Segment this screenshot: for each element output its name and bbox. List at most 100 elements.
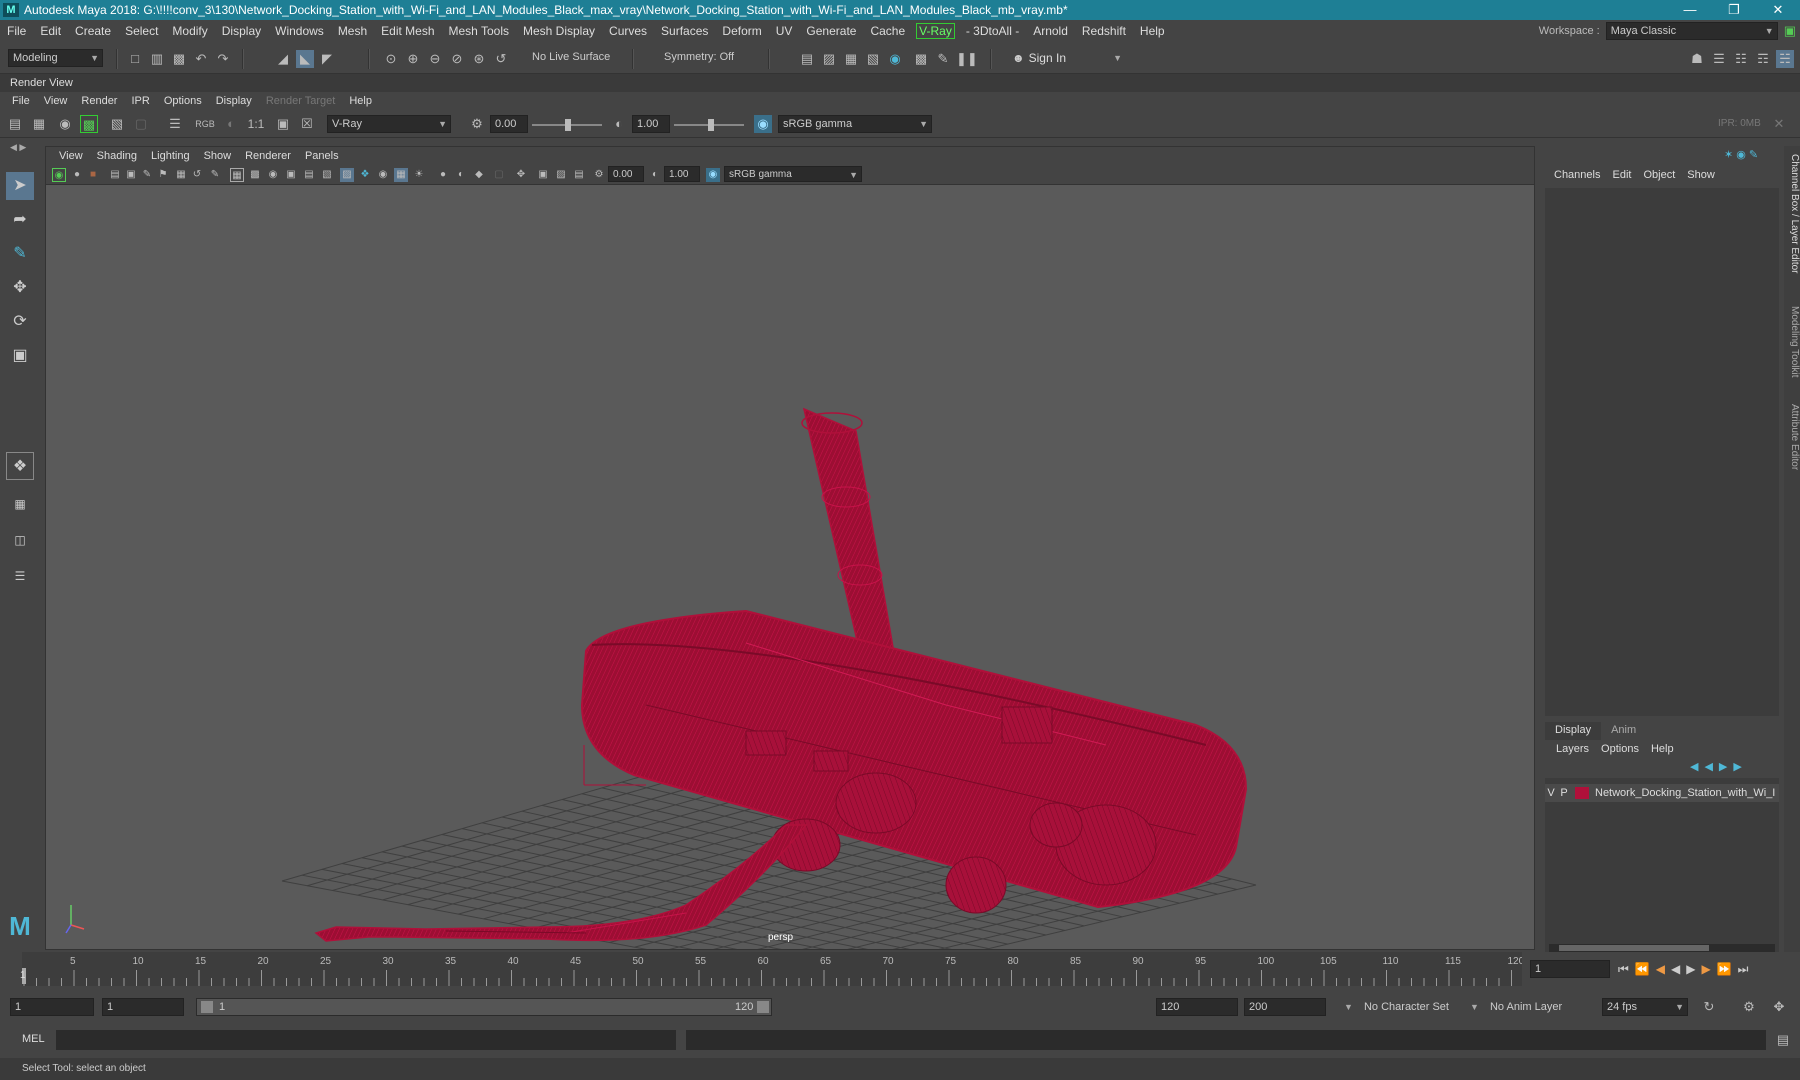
snap-grid-icon[interactable]: ⊙ (382, 50, 400, 68)
loop-icon[interactable]: ↻ (1700, 998, 1718, 1016)
bookmarks-icon[interactable]: ■ (86, 168, 100, 182)
scene-canvas[interactable] (46, 185, 1535, 950)
channel-box-icon[interactable]: ☶ (1754, 50, 1772, 68)
snap-point-icon[interactable]: ⊖ (426, 50, 444, 68)
menu-edit-mesh[interactable]: Edit Mesh (374, 24, 441, 38)
remove-image-icon[interactable]: ☒ (298, 115, 316, 133)
gamma-field[interactable]: 1.00 (632, 115, 670, 133)
playback-start-field[interactable]: 1 (102, 998, 184, 1016)
live-surface-field[interactable]: No Live Surface (528, 49, 620, 67)
alpha-icon[interactable]: ◐ (222, 115, 240, 133)
layer-scrollbar-thumb[interactable] (1559, 945, 1709, 951)
range-bar[interactable]: 1 120 (196, 998, 772, 1016)
film-gate-icon[interactable]: ↺ (190, 168, 204, 182)
rotate-tool-icon[interactable]: ⟳ (6, 308, 34, 336)
menu-cache[interactable]: Cache (863, 24, 912, 38)
move-tool-icon[interactable]: ✥ (6, 274, 34, 302)
anim-layer-dropdown[interactable]: ▼ No Anim Layer (1470, 1001, 1562, 1013)
start-time-field[interactable]: 1 (10, 998, 94, 1016)
stop-ipr-icon[interactable]: ▢ (132, 115, 150, 133)
vp-menu-panels[interactable]: Panels (298, 150, 346, 162)
default-material-icon[interactable]: ◉ (266, 168, 280, 182)
layer-visibility-toggle[interactable]: V (1545, 787, 1557, 799)
gamma-icon[interactable]: ◐ (610, 115, 628, 133)
vp-menu-shading[interactable]: Shading (90, 150, 144, 162)
rv-menu-file[interactable]: File (5, 95, 37, 107)
close-button[interactable]: ✕ (1756, 0, 1800, 20)
wireframe-on-shaded-icon[interactable]: ▣ (284, 168, 298, 182)
keep-image-icon[interactable]: ▣ (274, 115, 292, 133)
modeling-toolkit-icon[interactable]: ☗ (1688, 50, 1706, 68)
end-time-field[interactable]: 200 (1244, 998, 1326, 1016)
menu-help[interactable]: Help (1133, 24, 1172, 38)
layer-row[interactable]: V P Network_Docking_Station_with_Wi_I (1545, 784, 1779, 802)
menu-mesh-tools[interactable]: Mesh Tools (442, 24, 516, 38)
snapshot-icon[interactable]: ◉ (56, 115, 74, 133)
menu-mesh[interactable]: Mesh (331, 24, 374, 38)
image-plane-icon[interactable]: ▤ (108, 168, 122, 182)
motion-blur-icon[interactable]: ◉ (376, 168, 390, 182)
vp-colorspace-dropdown[interactable]: sRGB gamma ▼ (724, 166, 862, 182)
menu-modify[interactable]: Modify (165, 24, 214, 38)
rv-menu-view[interactable]: View (37, 95, 75, 107)
tab-attribute-editor[interactable]: Attribute Editor (1784, 404, 1800, 470)
playback-end-field[interactable]: 120 (1156, 998, 1238, 1016)
menu-uv[interactable]: UV (769, 24, 800, 38)
range-end-handle[interactable] (757, 1001, 769, 1013)
cb-menu-show[interactable]: Show (1681, 169, 1721, 181)
xray-icon[interactable]: ▦ (394, 168, 408, 182)
ipr-render-icon[interactable]: ▦ (842, 50, 860, 68)
vp-gamma-field[interactable]: 1.00 (664, 166, 700, 182)
grease-pencil-icon[interactable]: ✎ (140, 168, 154, 182)
render-frame-icon[interactable]: ▤ (798, 50, 816, 68)
paint-select-icon[interactable]: ✎ (6, 240, 34, 268)
fps-dropdown[interactable]: 24 fps ▼ (1602, 998, 1688, 1016)
docking-station-model[interactable] (314, 407, 1248, 942)
character-set-dropdown[interactable]: ▼ No Character Set (1344, 1001, 1449, 1013)
close-render-icon[interactable]: ✕ (1770, 115, 1788, 133)
xray-components-icon[interactable]: ◆ (472, 168, 486, 182)
sign-in-button[interactable]: ☻ Sign In ▼ (1012, 49, 1122, 67)
grid-toggle-icon[interactable]: ▦ (174, 168, 188, 182)
snap-curve-icon[interactable]: ⊕ (404, 50, 422, 68)
rv-menu-options[interactable]: Options (157, 95, 209, 107)
layer-menu-layers[interactable]: Layers (1550, 743, 1595, 755)
color-management-icon[interactable]: ◉ (754, 115, 772, 133)
vp-menu-lighting[interactable]: Lighting (144, 150, 197, 162)
select-tool-icon[interactable]: ➤ (6, 172, 34, 200)
ambient-occlusion-icon[interactable]: ❖ (358, 168, 372, 182)
render-settings-icon[interactable]: ▧ (864, 50, 882, 68)
layer-menu-options[interactable]: Options (1595, 743, 1645, 755)
menu-generate[interactable]: Generate (799, 24, 863, 38)
isolate-select-icon[interactable]: ● (436, 168, 450, 182)
snap-surface-icon[interactable]: ⊛ (470, 50, 488, 68)
cb-menu-object[interactable]: Object (1637, 169, 1681, 181)
exposure-field[interactable]: 0.00 (490, 115, 528, 133)
lock-icon[interactable]: ▣ (1784, 23, 1796, 39)
xray-active-icon[interactable]: ◐ (454, 168, 468, 182)
four-view-layout-icon[interactable]: ▦ (6, 490, 34, 518)
auto-key-icon[interactable]: ⚙ (1740, 998, 1758, 1016)
menu-deform[interactable]: Deform (715, 24, 768, 38)
command-input[interactable] (56, 1030, 676, 1050)
menu-mesh-display[interactable]: Mesh Display (516, 24, 602, 38)
layer-menu-help[interactable]: Help (1645, 743, 1680, 755)
hypershade-icon[interactable]: ◉ (886, 50, 904, 68)
step-forward-frame-icon[interactable]: ▶ (1701, 962, 1710, 977)
screen-space-ao-icon[interactable]: ▣ (536, 168, 550, 182)
outliner-layout-icon[interactable]: ☰ (6, 562, 34, 590)
render-settings-icon[interactable]: ☰ (166, 115, 184, 133)
backface-icon[interactable]: ▢ (492, 168, 506, 182)
camera-attributes-icon[interactable]: ● (70, 168, 84, 182)
shadows-icon[interactable]: ▨ (340, 168, 354, 182)
rv-menu-display[interactable]: Display (209, 95, 259, 107)
range-start-handle[interactable] (201, 1001, 213, 1013)
menu-curves[interactable]: Curves (602, 24, 654, 38)
rv-menu-render[interactable]: Render (74, 95, 124, 107)
menu-set-dropdown[interactable]: Modeling ▼ (8, 49, 103, 67)
layer-scrollbar[interactable] (1549, 944, 1775, 952)
menu-select[interactable]: Select (118, 24, 165, 38)
textured-icon[interactable]: ▤ (302, 168, 316, 182)
new-scene-icon[interactable]: □ (126, 50, 144, 68)
select-component-icon[interactable]: ◤ (318, 50, 336, 68)
